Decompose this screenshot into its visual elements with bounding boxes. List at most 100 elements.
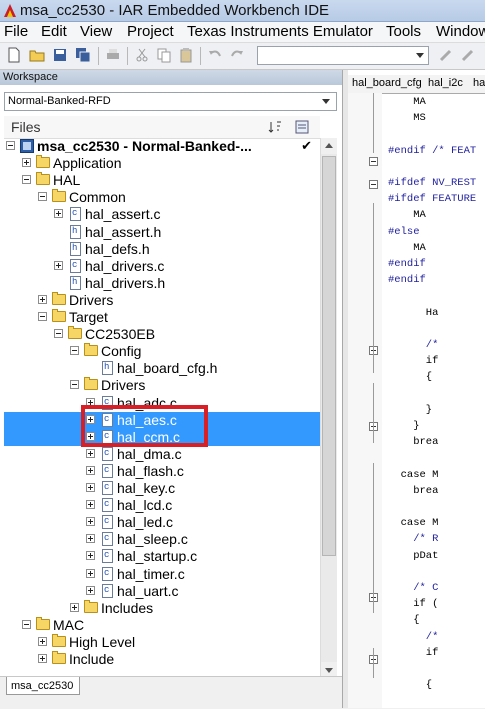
tree-file-row[interactable]: h hal_drivers.h bbox=[4, 275, 320, 292]
collapse-icon[interactable] bbox=[6, 141, 15, 150]
tree-folder-row[interactable]: Application bbox=[4, 155, 320, 172]
copy-icon[interactable] bbox=[156, 47, 172, 63]
find-combo[interactable] bbox=[257, 46, 429, 65]
tree-folder-row[interactable]: Drivers bbox=[4, 377, 320, 394]
tree-scrollbar[interactable] bbox=[320, 138, 337, 678]
find-next-icon[interactable] bbox=[438, 47, 454, 63]
expand-icon[interactable] bbox=[54, 209, 63, 219]
expand-icon[interactable] bbox=[70, 602, 79, 612]
tree-folder-row[interactable]: HAL bbox=[4, 172, 320, 189]
workspace-tab-strip: msa_cc2530 bbox=[0, 676, 342, 709]
tab-hal-board-cfg[interactable]: hal_board_cfg bbox=[352, 77, 422, 89]
tree-file-row[interactable]: h hal_assert.h bbox=[4, 224, 320, 241]
expand-icon[interactable] bbox=[86, 551, 95, 561]
code-line: /* C bbox=[388, 582, 439, 594]
collapse-icon[interactable] bbox=[22, 175, 31, 185]
scroll-up-icon[interactable] bbox=[321, 138, 337, 154]
redo-icon[interactable] bbox=[229, 47, 245, 63]
tree-file-row[interactable]: c hal_dma.c bbox=[4, 446, 320, 463]
save-all-icon[interactable] bbox=[75, 47, 91, 63]
tree-folder-row[interactable]: Common bbox=[4, 189, 320, 206]
tree-item-label: Drivers bbox=[101, 377, 146, 394]
collapse-icon[interactable] bbox=[22, 619, 31, 629]
new-file-icon[interactable] bbox=[6, 47, 22, 63]
code-line: #endif bbox=[388, 274, 426, 287]
menu-window[interactable]: Window bbox=[436, 23, 485, 40]
tree-file-row[interactable]: c hal_flash.c bbox=[4, 463, 320, 480]
fold-icon[interactable] bbox=[369, 157, 378, 166]
undo-icon[interactable] bbox=[207, 47, 223, 63]
file-icon: c bbox=[70, 258, 81, 273]
tree-file-row[interactable]: h hal_board_cfg.h bbox=[4, 360, 320, 377]
code-line: #endif /* FEAT bbox=[388, 144, 477, 157]
tree-item-label: hal_timer.c bbox=[117, 565, 185, 582]
tree-folder-row[interactable]: Target bbox=[4, 309, 320, 326]
code-editor[interactable]: hal_board_cfg hal_i2c hal_ MA MS #endif /… bbox=[348, 70, 485, 708]
menu-file[interactable]: File bbox=[4, 23, 28, 40]
tree-file-row[interactable]: c hal_drivers.c bbox=[4, 258, 320, 275]
file-icon: c bbox=[102, 446, 113, 461]
save-icon[interactable] bbox=[52, 47, 68, 63]
workspace-tab[interactable]: msa_cc2530 bbox=[6, 677, 80, 695]
expand-icon[interactable] bbox=[86, 483, 95, 492]
tree-file-row[interactable]: c hal_uart.c bbox=[4, 583, 320, 600]
options-icon[interactable] bbox=[294, 119, 310, 135]
fold-icon[interactable] bbox=[369, 180, 378, 189]
tree-file-row[interactable]: h hal_defs.h bbox=[4, 241, 320, 258]
scroll-thumb[interactable] bbox=[322, 156, 336, 556]
tree-folder-row[interactable]: CC2530EB bbox=[4, 326, 320, 343]
configuration-select[interactable]: Normal-Banked-RFD bbox=[4, 92, 337, 111]
print-icon[interactable] bbox=[105, 47, 121, 63]
expand-icon[interactable] bbox=[38, 294, 47, 304]
tree-item-label: HAL bbox=[53, 172, 81, 189]
tab-hal-i2c[interactable]: hal_i2c bbox=[428, 77, 463, 89]
tree-item-label: High Level bbox=[69, 633, 136, 650]
collapse-icon[interactable] bbox=[70, 380, 79, 390]
expand-icon[interactable] bbox=[86, 585, 95, 595]
tree-folder-row[interactable]: Include bbox=[4, 651, 320, 668]
expand-icon[interactable] bbox=[22, 158, 31, 168]
code-line: { bbox=[388, 614, 420, 627]
tree-file-row[interactable]: c hal_sleep.c bbox=[4, 531, 320, 548]
expand-icon[interactable] bbox=[38, 636, 47, 646]
collapse-icon[interactable] bbox=[70, 346, 79, 356]
cut-icon[interactable] bbox=[134, 47, 150, 63]
menu-edit[interactable]: Edit bbox=[41, 23, 67, 40]
tree-file-row[interactable]: c hal_timer.c bbox=[4, 566, 320, 583]
folder-icon bbox=[52, 651, 66, 664]
find-prev-icon[interactable] bbox=[460, 47, 476, 63]
expand-icon[interactable] bbox=[86, 465, 95, 475]
collapse-icon[interactable] bbox=[38, 312, 47, 321]
tree-file-row[interactable]: c hal_startup.c bbox=[4, 548, 320, 565]
menu-view[interactable]: View bbox=[80, 23, 112, 40]
tree-file-row[interactable]: c hal_assert.c bbox=[4, 206, 320, 223]
tree-folder-row[interactable]: Drivers bbox=[4, 291, 320, 309]
open-folder-icon[interactable] bbox=[29, 47, 45, 63]
tree-project-row[interactable]: msa_cc2530 - Normal-Banked-... ✔ bbox=[4, 138, 320, 155]
tree-file-row[interactable]: c hal_led.c bbox=[4, 514, 320, 531]
expand-icon[interactable] bbox=[86, 534, 95, 544]
expand-icon[interactable] bbox=[86, 517, 95, 527]
collapse-icon[interactable] bbox=[38, 192, 47, 202]
tree-item-label: MAC bbox=[53, 616, 85, 633]
expand-icon[interactable] bbox=[38, 654, 47, 663]
tree-folder-row[interactable]: Config bbox=[4, 343, 320, 360]
code-line: MS bbox=[388, 112, 426, 125]
tree-folder-row[interactable]: Includes bbox=[4, 599, 320, 617]
expand-icon[interactable] bbox=[54, 260, 63, 270]
tree-folder-row[interactable]: High Level bbox=[4, 633, 320, 651]
tab-hal[interactable]: hal_ bbox=[473, 77, 485, 89]
tree-file-row[interactable]: c hal_lcd.c bbox=[4, 497, 320, 514]
sort-icon[interactable] bbox=[267, 119, 283, 135]
paste-icon[interactable] bbox=[178, 47, 194, 63]
expand-icon[interactable] bbox=[86, 568, 95, 578]
expand-icon[interactable] bbox=[86, 448, 95, 458]
tree-folder-row[interactable]: MAC bbox=[4, 616, 320, 634]
collapse-icon[interactable] bbox=[54, 329, 63, 339]
chevron-down-icon bbox=[416, 53, 424, 58]
menu-ti-emulator[interactable]: Texas Instruments Emulator bbox=[187, 23, 373, 40]
expand-icon[interactable] bbox=[86, 500, 95, 510]
menu-tools[interactable]: Tools bbox=[386, 23, 421, 40]
tree-file-row[interactable]: c hal_key.c bbox=[4, 480, 320, 497]
menu-project[interactable]: Project bbox=[127, 23, 174, 40]
